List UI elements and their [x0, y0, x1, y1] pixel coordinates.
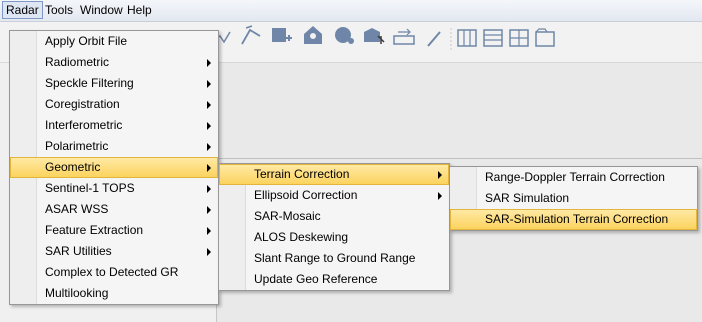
menu-item-label: Update Geo Reference [254, 272, 378, 286]
menu-item-update-geo-reference[interactable]: Update Geo Reference [219, 269, 449, 290]
menu-item-terrain-correction[interactable]: Terrain Correction [219, 164, 449, 185]
submenu-arrow-icon [438, 171, 442, 179]
menu-item-polarimetric[interactable]: Polarimetric [10, 136, 218, 157]
menu-item-label: Multilooking [45, 286, 109, 300]
menu-item-label: Polarimetric [45, 139, 109, 153]
submenu-arrow-icon [207, 80, 211, 88]
globe-icon[interactable] [335, 27, 354, 44]
wand-icon[interactable] [427, 31, 441, 47]
menu-bar: Radar Tools Window Help [0, 0, 702, 22]
menu-item-ellipsoid-correction[interactable]: Ellipsoid Correction [219, 185, 449, 206]
menu-radar[interactable]: Radar [2, 1, 43, 19]
menu-item-label: SAR-Simulation Terrain Correction [485, 212, 669, 226]
radar-menu: Apply Orbit File Radiometric Speckle Fil… [9, 30, 219, 305]
menu-item-label: Geometric [45, 160, 101, 174]
terrain-correction-submenu: Range-Doppler Terrain Correction SAR Sim… [449, 166, 698, 231]
menu-item-sar-mosaic[interactable]: SAR-Mosaic [219, 206, 449, 227]
menu-item-sar-utilities[interactable]: SAR Utilities [10, 241, 218, 262]
panel-divider [216, 158, 702, 159]
submenu-arrow-icon [207, 227, 211, 235]
menu-item-range-doppler-terrain-correction[interactable]: Range-Doppler Terrain Correction [450, 167, 697, 188]
submenu-arrow-icon [207, 248, 211, 256]
menu-item-speckle-filtering[interactable]: Speckle Filtering [10, 73, 218, 94]
menu-item-slant-range-to-ground-range[interactable]: Slant Range to Ground Range [219, 248, 449, 269]
menu-item-geometric[interactable]: Geometric [10, 157, 218, 178]
menu-window[interactable]: Window [77, 2, 126, 18]
menu-item-coregistration[interactable]: Coregistration [10, 94, 218, 115]
submenu-arrow-icon [207, 101, 211, 109]
menu-item-label: Interferometric [45, 118, 123, 132]
menu-item-label: Coregistration [45, 97, 120, 111]
menu-item-multilooking[interactable]: Multilooking [10, 283, 218, 304]
menu-item-label: Feature Extraction [45, 223, 144, 237]
menu-item-label: Range-Doppler Terrain Correction [485, 170, 665, 184]
menu-item-label: Slant Range to Ground Range [254, 251, 416, 265]
import-icon[interactable] [364, 28, 385, 44]
menu-item-label: SAR Utilities [45, 244, 112, 258]
menu-item-label: Sentinel-1 TOPS [45, 181, 135, 195]
menu-item-label: SAR-Mosaic [254, 209, 321, 223]
menu-item-interferometric[interactable]: Interferometric [10, 115, 218, 136]
menu-item-label: ASAR WSS [45, 202, 109, 216]
menu-item-alos-deskewing[interactable]: ALOS Deskewing [219, 227, 449, 248]
layer-icon[interactable] [304, 26, 322, 44]
submenu-arrow-icon [207, 122, 211, 130]
submenu-arrow-icon [207, 59, 211, 67]
menu-item-sar-simulation-terrain-correction[interactable]: SAR-Simulation Terrain Correction [450, 209, 697, 230]
menu-item-label: Speckle Filtering [45, 76, 134, 90]
window-icon[interactable] [535, 28, 555, 47]
pan-icon[interactable] [241, 25, 261, 45]
menu-item-complex-to-detected-gr[interactable]: Complex to Detected GR [10, 262, 218, 283]
menu-item-apply-orbit-file[interactable]: Apply Orbit File [10, 31, 218, 52]
menu-tools[interactable]: Tools [42, 2, 76, 18]
menu-item-label: Apply Orbit File [45, 34, 128, 48]
submenu-arrow-icon [438, 192, 442, 200]
menu-item-label: SAR Simulation [485, 191, 570, 205]
menu-help[interactable]: Help [124, 2, 155, 18]
submenu-arrow-icon [207, 185, 211, 193]
menu-item-sentinel-1-tops[interactable]: Sentinel-1 TOPS [10, 178, 218, 199]
submenu-arrow-icon [207, 164, 211, 172]
menu-item-label: ALOS Deskewing [254, 230, 349, 244]
geometric-submenu: Terrain Correction Ellipsoid Correction … [218, 163, 450, 291]
menu-item-label: Ellipsoid Correction [254, 188, 358, 202]
menu-item-asar-wss[interactable]: ASAR WSS [10, 199, 218, 220]
submenu-arrow-icon [207, 206, 211, 214]
menu-item-label: Complex to Detected GR [45, 265, 179, 279]
menu-item-label: Radiometric [45, 55, 110, 69]
add-shape-icon[interactable] [272, 28, 292, 42]
submenu-arrow-icon [207, 143, 211, 151]
menu-item-sar-simulation[interactable]: SAR Simulation [450, 188, 697, 209]
tile-grid-icon[interactable] [509, 29, 529, 47]
ruler-icon[interactable] [393, 28, 415, 45]
menu-item-feature-extraction[interactable]: Feature Extraction [10, 220, 218, 241]
menu-item-radiometric[interactable]: Radiometric [10, 52, 218, 73]
menu-item-label: Terrain Correction [254, 167, 350, 181]
tile-vertical-icon[interactable] [457, 29, 477, 47]
tile-horizontal-icon[interactable] [483, 29, 503, 47]
